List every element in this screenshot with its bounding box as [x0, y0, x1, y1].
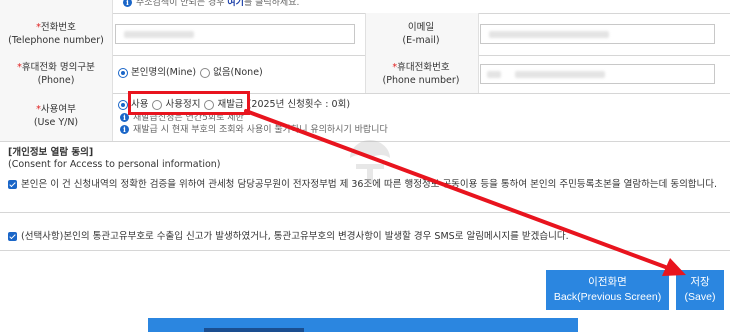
annotation-arrow-icon [244, 109, 686, 276]
